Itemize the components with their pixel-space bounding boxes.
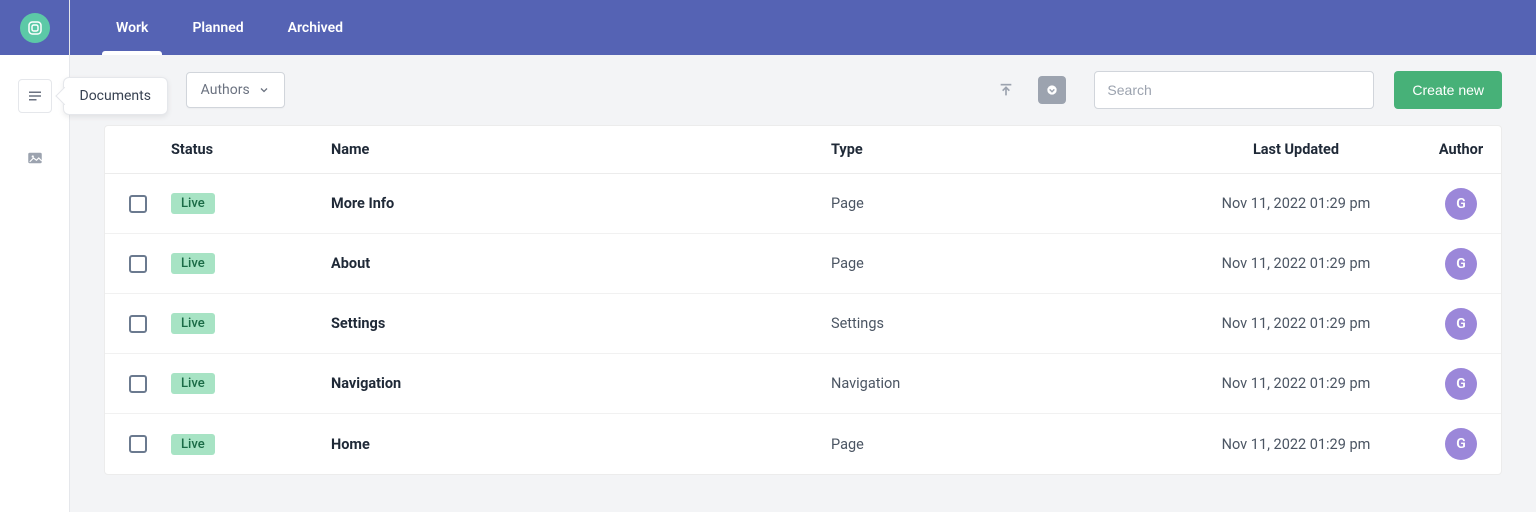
row-type: Page (831, 195, 1171, 212)
row-type: Settings (831, 315, 1171, 332)
col-header-author: Author (1421, 141, 1501, 158)
upload-icon (998, 82, 1014, 98)
table-header-row: Status Name Type Last Updated Author (105, 126, 1501, 174)
table-row[interactable]: LiveSettingsSettingsNov 11, 2022 01:29 p… (105, 294, 1501, 354)
col-header-name: Name (331, 141, 831, 158)
authors-filter-button[interactable]: Authors (186, 72, 285, 108)
upload-button[interactable] (992, 76, 1020, 104)
col-header-updated: Last Updated (1171, 141, 1421, 158)
row-checkbox[interactable] (129, 315, 147, 333)
col-header-type: Type (831, 141, 1171, 158)
chevron-down-icon (258, 84, 270, 96)
status-badge: Live (171, 193, 215, 214)
row-name: Home (331, 436, 831, 453)
search-input[interactable] (1094, 71, 1374, 109)
row-checkbox[interactable] (129, 375, 147, 393)
table-row[interactable]: LiveNavigationNavigationNov 11, 2022 01:… (105, 354, 1501, 414)
download-button[interactable] (1038, 76, 1066, 104)
table-row[interactable]: Live AboutPageNov 11, 2022 01:29 pm G (105, 234, 1501, 294)
table-row[interactable]: Live HomePageNov 11, 2022 01:29 pm G (105, 414, 1501, 474)
row-updated: Nov 11, 2022 01:29 pm (1171, 375, 1421, 392)
app-logo[interactable] (20, 13, 50, 43)
row-updated: Nov 11, 2022 01:29 pm (1171, 255, 1421, 272)
download-icon (1045, 83, 1059, 97)
author-avatar[interactable]: G (1445, 368, 1477, 400)
author-avatar[interactable]: G (1445, 248, 1477, 280)
top-nav: Work Planned Archived (70, 0, 1536, 55)
documents-tooltip: Documents (63, 77, 168, 115)
authors-filter-label: Authors (201, 82, 250, 98)
tab-planned[interactable]: Planned (170, 0, 265, 55)
sidebar-documents-button[interactable]: Documents (18, 79, 52, 113)
create-new-button[interactable]: Create new (1394, 71, 1502, 109)
row-updated: Nov 11, 2022 01:29 pm (1171, 436, 1421, 453)
row-updated: Nov 11, 2022 01:29 pm (1171, 195, 1421, 212)
toolbar: xxxxxx Authors (70, 55, 1536, 125)
tab-work[interactable]: Work (94, 0, 170, 55)
row-name: Navigation (331, 375, 831, 392)
row-name: Settings (331, 315, 831, 332)
image-icon (26, 149, 44, 167)
row-checkbox[interactable] (129, 435, 147, 453)
status-badge: Live (171, 434, 215, 455)
row-updated: Nov 11, 2022 01:29 pm (1171, 315, 1421, 332)
author-avatar[interactable]: G (1445, 308, 1477, 340)
status-badge: Live (171, 313, 215, 334)
row-type: Navigation (831, 375, 1171, 392)
left-rail: Documents (0, 0, 70, 512)
logo-icon (27, 20, 43, 36)
author-avatar[interactable]: G (1445, 188, 1477, 220)
status-badge: Live (171, 253, 215, 274)
status-badge: Live (171, 373, 215, 394)
documents-table: Status Name Type Last Updated Author Liv… (104, 125, 1502, 475)
documents-icon (26, 87, 44, 105)
sidebar-media-button[interactable] (18, 141, 52, 175)
tab-archived[interactable]: Archived (266, 0, 365, 55)
row-name: More Info (331, 195, 831, 212)
row-checkbox[interactable] (129, 195, 147, 213)
col-header-status: Status (171, 141, 331, 158)
row-name: About (331, 255, 831, 272)
row-type: Page (831, 436, 1171, 453)
table-row[interactable]: Live More InfoPageNov 11, 2022 01:29 pm G (105, 174, 1501, 234)
row-type: Page (831, 255, 1171, 272)
row-checkbox[interactable] (129, 255, 147, 273)
logo-cell (0, 0, 69, 55)
author-avatar[interactable]: G (1445, 428, 1477, 460)
